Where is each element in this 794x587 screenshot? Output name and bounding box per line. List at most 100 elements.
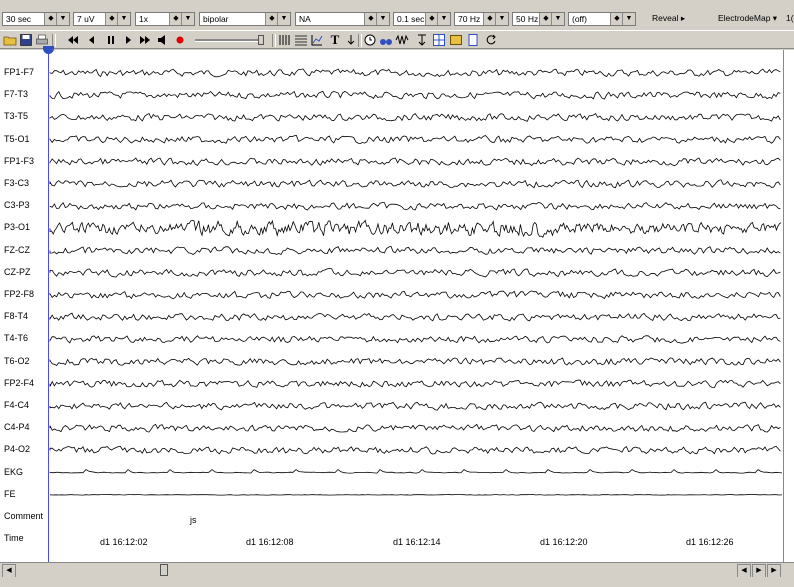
spike-icon[interactable]: [395, 33, 409, 47]
chevron-down-icon[interactable]: ▼: [551, 13, 564, 25]
channel-label[interactable]: T4-T6: [4, 333, 28, 343]
speed-slider-track[interactable]: [195, 39, 263, 42]
low-filter-value: 0.1 sec: [397, 14, 425, 24]
eeg-trace: [49, 68, 781, 78]
channel-label[interactable]: FP2-F4: [4, 378, 34, 388]
eeg-trace: [49, 445, 781, 455]
channel-label[interactable]: F7-T3: [4, 89, 28, 99]
eeg-trace: [49, 90, 781, 100]
play-icon[interactable]: [121, 33, 135, 47]
speed-select[interactable]: 1x ◆ ▼: [135, 12, 195, 26]
channel-label[interactable]: P3-O1: [4, 222, 30, 232]
chevron-down-icon[interactable]: ▼: [376, 13, 389, 25]
scroll-left-end-icon[interactable]: ◀: [737, 564, 751, 578]
save-icon[interactable]: [19, 33, 33, 47]
notch-filter-select[interactable]: 50 Hz ◆ ▼: [512, 12, 565, 26]
settings-toolbar: 30 sec ◆ ▼ 7 uV ◆ ▼ 1x ◆ ▼ bipolar ◆ ▼ NA ◆ ▼…: [0, 0, 794, 30]
eeg-display[interactable]: FP1-F7 F7-T3 T3-T5 T5-O1 FP1-F3 F3-C3 C3-P3 P3-…: [0, 46, 794, 562]
eeg-trace: [49, 357, 781, 367]
refresh-icon[interactable]: [484, 33, 498, 47]
printer-icon[interactable]: [35, 33, 49, 47]
speaker-icon[interactable]: [156, 33, 170, 47]
chevron-down-icon[interactable]: ▼: [277, 13, 290, 25]
document-icon[interactable]: [466, 33, 480, 47]
record-icon[interactable]: [173, 33, 187, 47]
channel-label[interactable]: Time: [4, 533, 24, 543]
pause-icon[interactable]: [104, 33, 118, 47]
channel-label[interactable]: CZ-PZ: [4, 267, 31, 277]
channel-label[interactable]: C4-P4: [4, 422, 30, 432]
timestamp: d1 16:12:26: [686, 537, 734, 547]
panel-right-border: [783, 50, 784, 562]
chevron-down-icon[interactable]: ▼: [495, 13, 508, 25]
channel-label[interactable]: Comment: [4, 511, 43, 521]
timestamp: d1 16:12:20: [540, 537, 588, 547]
fast-forward-icon[interactable]: [138, 33, 152, 47]
channel-label[interactable]: FZ-CZ: [4, 245, 30, 255]
horizontal-scrollbar[interactable]: ◀ ◀ ▶ ▶: [0, 562, 794, 578]
eeg-trace: [49, 379, 781, 389]
channel-label[interactable]: T3-T5: [4, 111, 28, 121]
scrollbar-thumb[interactable]: [160, 564, 168, 576]
sensitivity-select[interactable]: 7 uV ◆ ▼: [73, 12, 131, 26]
extra-select[interactable]: (off) ◆ ▼: [568, 12, 636, 26]
montage-icon[interactable]: [432, 33, 446, 47]
time-cursor-line[interactable]: [48, 50, 49, 562]
eeg-trace: [49, 423, 781, 433]
text-icon[interactable]: T: [328, 33, 342, 47]
columns-icon[interactable]: [278, 33, 292, 47]
low-filter-select[interactable]: 0.1 sec ◆ ▼: [393, 12, 451, 26]
overflow-text: 1(: [786, 13, 794, 23]
channel-label[interactable]: T6-O2: [4, 356, 30, 366]
comment-annotation[interactable]: js: [190, 515, 197, 525]
timebase-select[interactable]: 30 sec ◆ ▼: [2, 12, 70, 26]
chevron-down-icon[interactable]: ▼: [117, 13, 130, 25]
montage-select[interactable]: bipolar ◆ ▼: [199, 12, 291, 26]
status-bar: [0, 577, 794, 587]
channel-label[interactable]: FP2-F8: [4, 289, 34, 299]
folder-icon[interactable]: [3, 33, 17, 47]
arrow-down-icon[interactable]: [344, 33, 358, 47]
rewind-icon[interactable]: [66, 33, 80, 47]
step-back-icon[interactable]: [84, 33, 98, 47]
channel-label[interactable]: T5-O1: [4, 134, 30, 144]
scroll-right-icon[interactable]: ▶: [752, 564, 766, 578]
eeg-trace: [49, 401, 781, 411]
channel-label[interactable]: FE: [4, 489, 16, 499]
chevron-down-icon[interactable]: ▼: [181, 13, 194, 25]
eeg-trace: [49, 290, 781, 300]
electrode-map-button[interactable]: ElectrodeMap ▾: [718, 11, 777, 26]
scroll-left-icon[interactable]: ◀: [2, 564, 16, 578]
binoculars-icon[interactable]: [379, 33, 393, 47]
channel-label[interactable]: EKG: [4, 467, 23, 477]
grid-icon[interactable]: [294, 33, 308, 47]
montage-value: bipolar: [203, 14, 229, 24]
chevron-down-icon[interactable]: ▼: [56, 13, 69, 25]
channel-label[interactable]: F4-C4: [4, 400, 29, 410]
channel-label[interactable]: F8-T4: [4, 311, 28, 321]
reference-select[interactable]: NA ◆ ▼: [295, 12, 390, 26]
channel-label[interactable]: P4-O2: [4, 444, 30, 454]
timestamp: d1 16:12:14: [393, 537, 441, 547]
speed-value: 1x: [139, 14, 148, 24]
eeg-trace: [49, 219, 782, 238]
eeg-trace: [49, 469, 783, 474]
layout-icon[interactable]: [449, 33, 463, 47]
channel-label[interactable]: F3-C3: [4, 178, 29, 188]
scroll-right-end-icon[interactable]: ▶: [767, 564, 781, 578]
channel-label[interactable]: FP1-F3: [4, 156, 34, 166]
eeg-traces: [49, 68, 783, 496]
channel-label[interactable]: C3-P3: [4, 200, 30, 210]
chevron-down-icon[interactable]: ▼: [622, 13, 635, 25]
clock-icon[interactable]: [363, 33, 377, 47]
eeg-trace: [49, 157, 781, 167]
eeg-trace: [49, 335, 781, 344]
high-filter-select[interactable]: 70 Hz ◆ ▼: [454, 12, 509, 26]
chart-icon[interactable]: [310, 33, 324, 47]
sort-icon[interactable]: [415, 33, 429, 47]
reveal-button[interactable]: Reveal ▸: [652, 11, 685, 26]
channel-label[interactable]: FP1-F7: [4, 67, 34, 77]
chevron-down-icon[interactable]: ▼: [437, 13, 450, 25]
timestamp: d1 16:12:08: [246, 537, 294, 547]
speed-slider-thumb[interactable]: [258, 35, 264, 45]
